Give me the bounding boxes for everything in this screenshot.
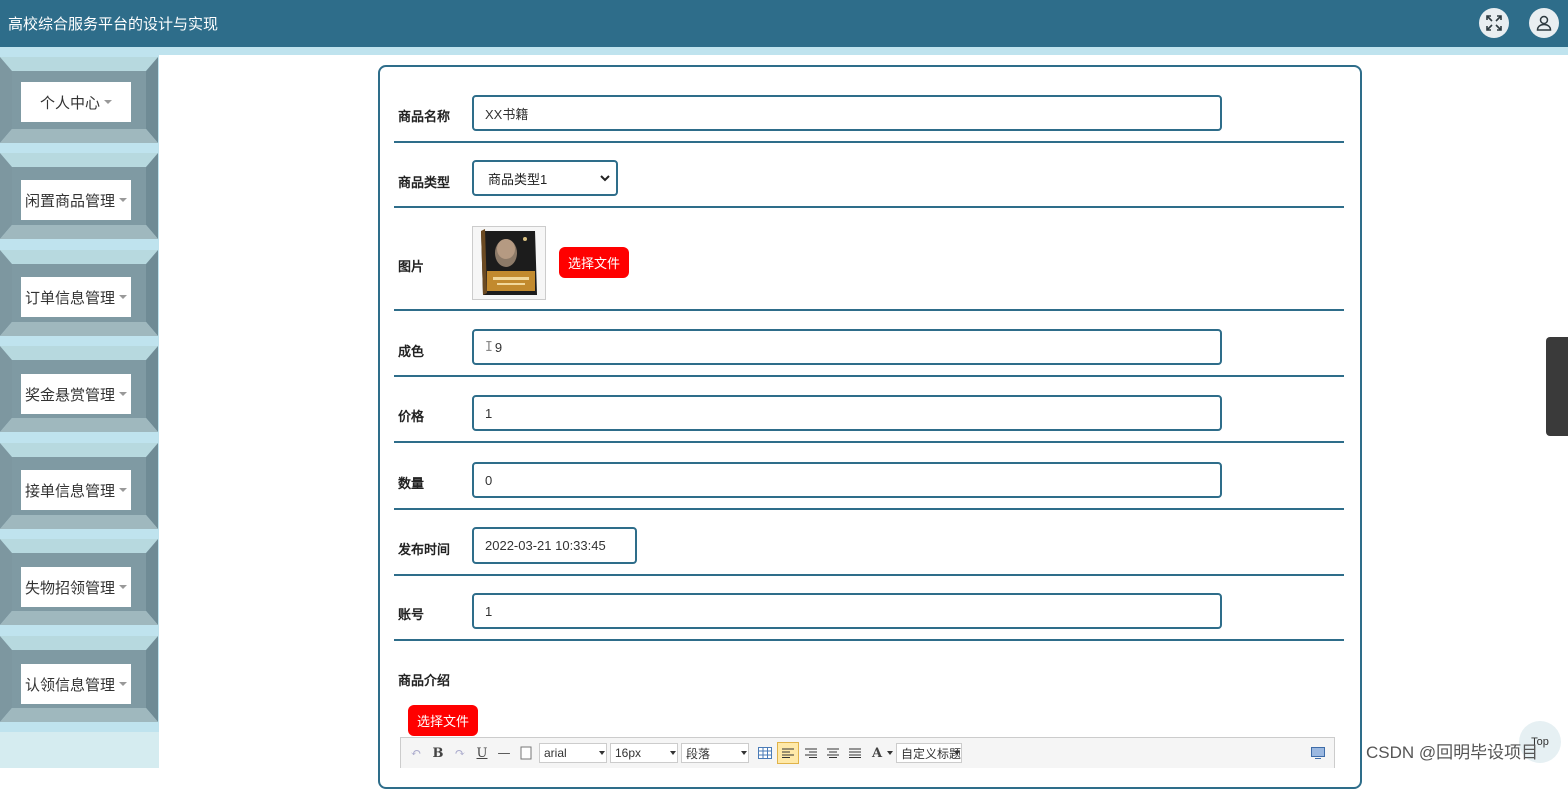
font-family-select[interactable]: arial [539, 743, 607, 763]
caret-down-icon [119, 198, 127, 202]
field-label: 发布时间 [398, 542, 451, 557]
field-label: 成色 [398, 344, 425, 359]
app-title: 高校综合服务平台的设计与实现 [8, 16, 219, 33]
input-value: 9 [494, 339, 503, 355]
field-label: 商品类型 [398, 175, 451, 190]
caret-down-icon [119, 682, 127, 686]
sidebar-item-label: 奖金悬赏管理 [24, 386, 115, 404]
input-value: 1 [485, 405, 493, 421]
form-row-type: 商品类型 商品类型1 [394, 143, 1344, 208]
underline-icon[interactable]: U [472, 743, 492, 763]
horizontal-rule-icon[interactable]: — [494, 743, 514, 763]
choose-image-button[interactable]: 选择文件 [559, 247, 630, 278]
select-value: 16px [615, 746, 642, 760]
sidebar-item-label: 失物招领管理 [24, 579, 115, 597]
condition-input[interactable]: I 9 [472, 329, 1222, 365]
caret-down-icon [119, 488, 127, 492]
input-value: 2022-03-21 10:33:45 [485, 538, 606, 553]
field-label-intro: 商品介绍 [398, 673, 451, 688]
bold-icon[interactable]: B [428, 743, 448, 763]
custom-title-select[interactable]: 自定义标题 [896, 743, 962, 763]
quantity-input[interactable]: 0 [472, 462, 1222, 498]
font-size-select[interactable]: 16px [610, 743, 678, 763]
sidebar-item-personal-center[interactable]: 个人中心 [0, 57, 159, 143]
sidebar-item-orders[interactable]: 订单信息管理 [0, 250, 159, 336]
sidebar-item-label: 闲置商品管理 [24, 192, 115, 210]
publish-time-input[interactable]: 2022-03-21 10:33:45 [472, 527, 637, 564]
sidebar-item-rewards[interactable]: 奖金悬赏管理 [0, 346, 159, 432]
caret-down-icon [104, 100, 112, 104]
caret-down-icon [741, 751, 747, 755]
chevron-down-icon [600, 175, 610, 182]
input-value: XX书籍 [485, 106, 529, 122]
undo-icon[interactable]: ↶ [406, 743, 426, 763]
choose-intro-file-button[interactable]: 选择文件 [408, 705, 479, 736]
row-divider [394, 639, 1344, 641]
align-left-icon[interactable] [777, 742, 799, 764]
book-cover-image [473, 227, 545, 299]
goods-image-thumbnail [472, 226, 546, 300]
sidebar-item-label: 接单信息管理 [24, 482, 115, 500]
goods-type-select[interactable]: 商品类型1 [472, 160, 618, 196]
table-icon[interactable] [755, 743, 775, 763]
fullscreen-icon[interactable] [1479, 8, 1509, 38]
form-row-condition: 成色 I 9 [394, 311, 1344, 377]
form-row-account: 账号 1 [394, 576, 1344, 641]
caret-down-icon [119, 585, 127, 589]
caret-down-icon [119, 295, 127, 299]
header-strip [0, 47, 1568, 55]
form-row-price: 价格 1 [394, 377, 1344, 443]
font-color-icon[interactable]: A [867, 743, 887, 763]
field-label: 账号 [398, 607, 425, 622]
sidebar-item-claims[interactable]: 认领信息管理 [0, 636, 159, 722]
sidebar-item-accepted-orders[interactable]: 接单信息管理 [0, 443, 159, 529]
csdn-watermark: CSDN @回明毕设项目 [1366, 743, 1539, 762]
input-value: 0 [485, 472, 493, 488]
form-row-quantity: 数量 0 [394, 443, 1344, 510]
goods-name-input[interactable]: XX书籍 [472, 95, 1222, 131]
caret-down-icon [670, 751, 676, 755]
sidebar-item-idle-goods[interactable]: 闲置商品管理 [0, 153, 159, 239]
sidebar-item-label: 认领信息管理 [24, 676, 115, 694]
form-row-name: 商品名称 XX书籍 [394, 78, 1344, 143]
paragraph-select[interactable]: 段落 [681, 743, 749, 763]
form-row-image: 图片 选择文件 [394, 208, 1344, 311]
align-justify-icon[interactable] [845, 743, 865, 763]
select-value: 自定义标题 [901, 746, 962, 761]
caret-down-icon [887, 751, 893, 755]
caret-down-icon [954, 751, 960, 755]
sidebar-item-lost-found[interactable]: 失物招领管理 [0, 539, 159, 625]
select-value: 段落 [686, 746, 711, 761]
rich-text-toolbar: ↶ B ↷ U — arial 16px 段落 A 自定义标题 [400, 737, 1335, 768]
sidebar-item-label: 个人中心 [39, 94, 100, 112]
caret-down-icon [599, 751, 605, 755]
field-label: 图片 [398, 259, 425, 274]
sidebar: 个人中心 闲置商品管理 订单信息管理 奖金悬赏管理 接单信息管理 失物招领管理 … [0, 55, 159, 768]
text-cursor-icon: I [485, 339, 493, 355]
field-label: 数量 [398, 476, 425, 491]
account-input[interactable]: 1 [472, 593, 1222, 629]
select-value: arial [544, 746, 567, 760]
redo-icon[interactable]: ↷ [450, 743, 470, 763]
paste-plain-icon[interactable] [516, 743, 536, 763]
caret-down-icon [119, 392, 127, 396]
preview-icon[interactable] [1308, 743, 1328, 763]
align-right-icon[interactable] [801, 743, 821, 763]
align-center-icon[interactable] [823, 743, 843, 763]
field-label: 价格 [398, 409, 425, 424]
form-row-publish-time: 发布时间 2022-03-21 10:33:45 [394, 510, 1344, 576]
sidebar-item-label: 订单信息管理 [24, 289, 115, 307]
top-bar: 高校综合服务平台的设计与实现 [0, 0, 1568, 47]
price-input[interactable]: 1 [472, 395, 1222, 431]
field-label: 商品名称 [398, 109, 451, 124]
side-panel-toggle[interactable] [1546, 337, 1568, 436]
user-icon[interactable] [1529, 8, 1559, 38]
input-value: 1 [485, 603, 493, 619]
select-value: 商品类型1 [488, 171, 548, 187]
